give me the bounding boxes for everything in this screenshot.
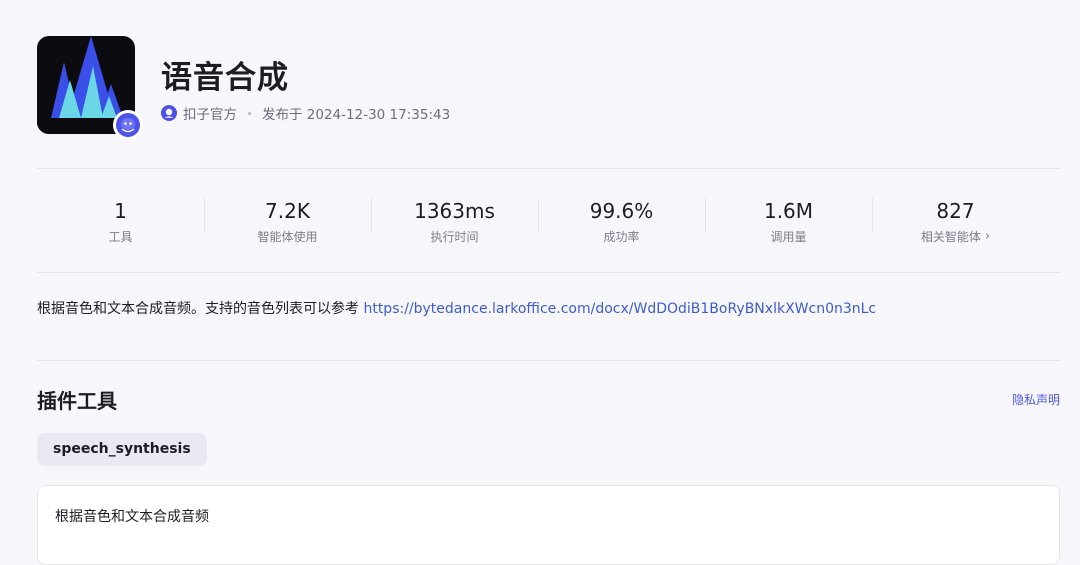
stat-label: 调用量	[770, 230, 807, 244]
stat-value: 7.2K	[265, 199, 310, 223]
tool-tab-speech-synthesis[interactable]: speech_synthesis	[37, 433, 207, 466]
stat-tools: 1 工具	[37, 169, 204, 272]
plugin-description: 根据音色和文本合成音频。支持的音色列表可以参考 https://bytedanc…	[37, 273, 1060, 360]
plugin-header: 语音合成 扣子官方 发布于 2024-12-30 17:35:43	[37, 0, 1060, 168]
stat-success-rate: 99.6% 成功率	[538, 169, 705, 272]
stat-agent-usage: 7.2K 智能体使用	[204, 169, 371, 272]
tool-description: 根据音色和文本合成音频	[55, 509, 209, 525]
tools-section-header: 插件工具 隐私声明	[37, 361, 1060, 433]
author-name[interactable]: 扣子官方	[183, 103, 237, 123]
stat-value: 1363ms	[414, 199, 495, 223]
plugin-detail-page: 语音合成 扣子官方 发布于 2024-12-30 17:35:43 1 工具 7…	[0, 0, 1080, 542]
section-title: 插件工具	[37, 389, 117, 413]
stat-label: 执行时间	[430, 230, 479, 244]
stat-label: 工具	[108, 230, 133, 244]
stats-bar: 1 工具 7.2K 智能体使用 1363ms 执行时间 99.6% 成功率 1.…	[37, 169, 1060, 272]
coze-mascot-icon	[113, 110, 143, 140]
publish-time: 发布于 2024-12-30 17:35:43	[262, 107, 451, 123]
voice-list-link[interactable]: https://bytedance.larkoffice.com/docx/Wd…	[363, 301, 876, 317]
stat-call-volume: 1.6M 调用量	[705, 169, 872, 272]
coze-official-icon	[161, 105, 177, 121]
stat-label: 智能体使用	[257, 230, 318, 244]
meta-separator	[248, 111, 251, 115]
page-title: 语音合成	[161, 60, 289, 96]
tool-card[interactable]: 根据音色和文本合成音频	[37, 485, 1060, 565]
related-agents-link[interactable]: 相关智能体 ›	[921, 228, 990, 245]
privacy-statement-link[interactable]: 隐私声明	[1012, 391, 1060, 408]
description-text: 根据音色和文本合成音频。支持的音色列表可以参考	[37, 301, 364, 317]
stat-value: 827	[936, 199, 975, 223]
plugin-meta: 扣子官方 发布于 2024-12-30 17:35:43	[161, 103, 450, 123]
stat-related-agents[interactable]: 827 相关智能体 ›	[872, 169, 1039, 272]
stat-value: 1.6M	[763, 199, 814, 223]
stat-value: 99.6%	[589, 199, 654, 223]
stat-exec-time: 1363ms 执行时间	[371, 169, 538, 272]
stat-label: 成功率	[603, 230, 640, 244]
stat-value: 1	[114, 199, 127, 223]
chevron-right-icon: ›	[984, 229, 991, 244]
